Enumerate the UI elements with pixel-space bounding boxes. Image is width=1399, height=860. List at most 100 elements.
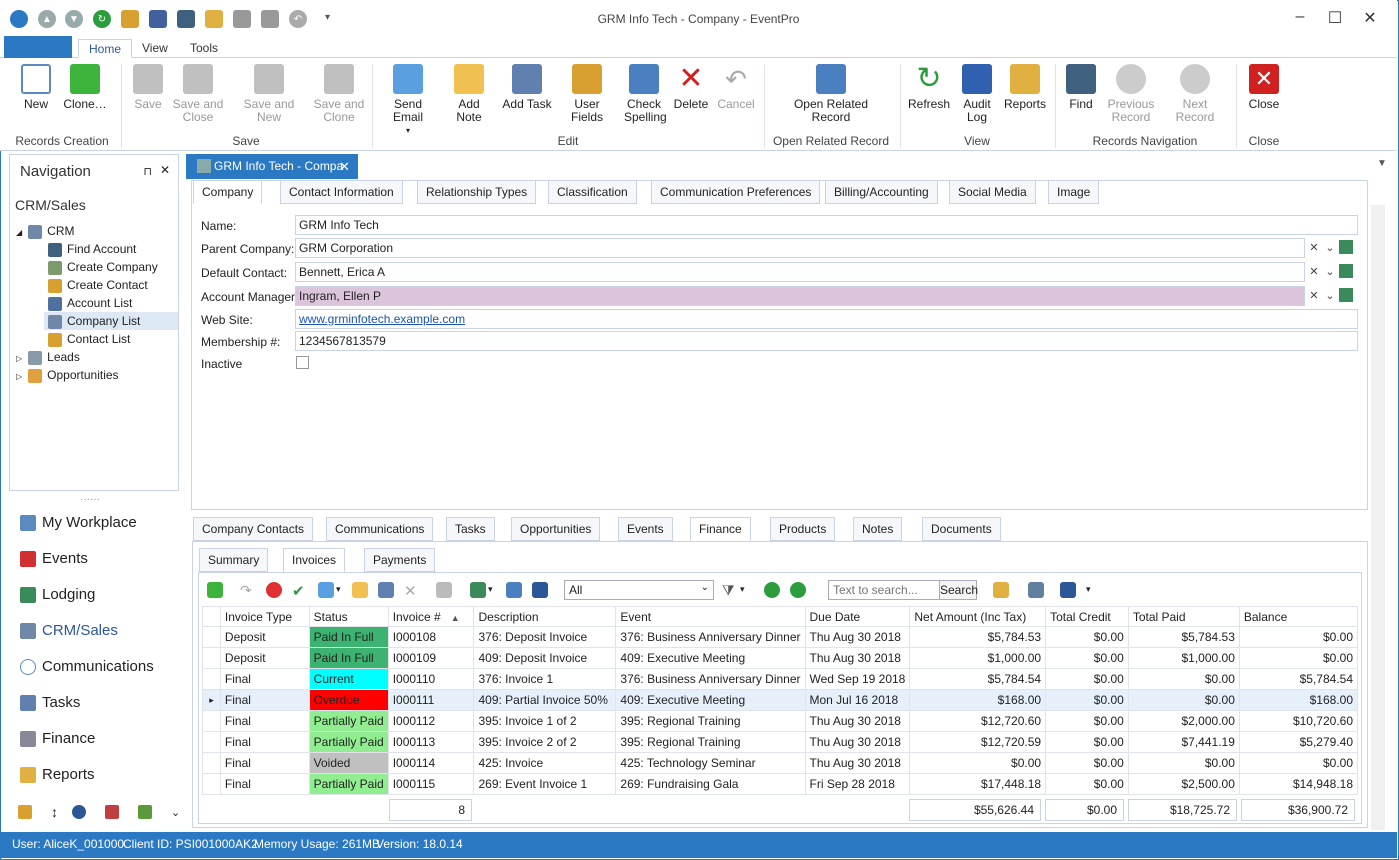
people-icon[interactable] — [18, 805, 32, 819]
table-row[interactable]: Deposit Paid In Full I000108 376: Deposit I… — [202, 626, 1359, 648]
open-record-icon[interactable] — [1339, 288, 1353, 302]
tab-company[interactable]: Company — [193, 180, 263, 204]
search-button[interactable]: Search — [939, 580, 978, 600]
tab-tasks[interactable]: Tasks — [446, 517, 495, 541]
clipboard-icon[interactable] — [993, 582, 1009, 598]
column-header[interactable]: Invoice Type — [219, 606, 310, 627]
tree-item-contact-list[interactable]: Contact List — [48, 330, 130, 348]
splitter-handle[interactable]: ······ — [80, 494, 100, 505]
account-manager-field[interactable]: Ingram, Ellen P — [295, 286, 1305, 306]
tab-classification[interactable]: Classification — [548, 180, 637, 204]
move-up-icon[interactable] — [764, 582, 780, 598]
row-indicator[interactable] — [202, 752, 221, 774]
print-icon[interactable] — [436, 582, 452, 598]
tab-relationship-types[interactable]: Relationship Types — [417, 180, 537, 204]
clear-icon[interactable]: ✕ — [1306, 239, 1322, 257]
table-row[interactable]: Final Partially Paid I000113 395: Invoice 2… — [202, 731, 1359, 753]
save-clone-button[interactable]: Save and Clone — [312, 64, 366, 124]
tab-social-media[interactable]: Social Media — [949, 180, 1036, 204]
nav-events[interactable]: Events — [20, 547, 88, 571]
column-header[interactable]: Total Paid — [1127, 606, 1240, 627]
row-indicator[interactable] — [202, 647, 221, 669]
row-indicator[interactable] — [202, 710, 221, 732]
email-icon[interactable] — [318, 582, 334, 598]
nav-finance[interactable]: Finance — [20, 727, 95, 751]
column-header[interactable]: Net Amount (Inc Tax) — [909, 606, 1047, 627]
tab-finance[interactable]: Finance — [690, 517, 751, 541]
tab-image[interactable]: Image — [1048, 180, 1100, 204]
reports-button[interactable]: Reports — [1002, 64, 1048, 111]
column-header[interactable]: Status — [308, 606, 389, 627]
trend-icon[interactable] — [138, 805, 152, 819]
row-indicator[interactable] — [202, 626, 221, 648]
refresh-button[interactable]: ↻ Refresh — [906, 64, 952, 111]
membership-field[interactable]: 1234567813579 — [295, 331, 1358, 351]
save-button[interactable]: Save — [130, 64, 166, 111]
tree-item-create-contact[interactable]: Create Contact — [48, 276, 148, 294]
tree-item-company-list[interactable]: Company List — [44, 312, 178, 330]
open-record-icon[interactable] — [1339, 264, 1353, 278]
tab-home[interactable]: Home — [78, 39, 133, 58]
table-row[interactable]: Final Partially Paid I000115 269: Event Inv… — [202, 773, 1359, 795]
search-input[interactable] — [828, 580, 940, 600]
grid-options-dropdown-icon[interactable]: ▾ — [488, 584, 493, 595]
move-down-icon[interactable] — [790, 582, 806, 598]
chevron-down-icon[interactable]: ⌄ — [1322, 239, 1338, 257]
funnel-icon[interactable]: ⧩ — [722, 582, 738, 598]
chevron-down-icon[interactable]: ⌄ — [1322, 263, 1338, 281]
globe-icon[interactable] — [72, 805, 86, 819]
column-header[interactable]: Due Date — [804, 606, 911, 627]
delete-icon[interactable]: ✕ — [404, 582, 420, 600]
web-site-field[interactable]: www.grminfotech.example.com — [295, 309, 1358, 329]
column-header[interactable]: Balance — [1238, 606, 1359, 627]
save-new-button[interactable]: Save and New — [232, 64, 306, 124]
audit-log-button[interactable]: Audit Log — [958, 64, 996, 124]
close-record-button[interactable]: ✕ Close — [1246, 64, 1282, 111]
add-note-button[interactable]: Add Note — [444, 64, 494, 124]
maximize-button[interactable]: ☐ — [1324, 8, 1346, 28]
save-close-button[interactable]: Save and Close — [172, 64, 224, 124]
pin-icon[interactable]: ⊓ — [143, 165, 152, 178]
table-row[interactable]: Final Current I000110 376: Invoice 1 376: Bu… — [202, 668, 1359, 690]
nav-my-workplace[interactable]: My Workplace — [20, 511, 137, 535]
task-icon[interactable] — [378, 582, 394, 598]
tab-notes[interactable]: Notes — [853, 517, 903, 541]
chevron-down-icon[interactable]: ⌄ — [1322, 287, 1338, 305]
table-row[interactable]: Deposit Paid In Full I000109 409: Deposit I… — [202, 647, 1359, 669]
nav-tasks[interactable]: Tasks — [20, 691, 80, 715]
close-nav-icon[interactable]: ✕ — [160, 163, 170, 177]
cancel-icon[interactable] — [266, 582, 282, 598]
new-button[interactable]: New — [18, 64, 54, 111]
name-field[interactable]: GRM Info Tech — [295, 215, 1358, 235]
email-dropdown-icon[interactable]: ▾ — [336, 584, 341, 595]
find-icon[interactable] — [1028, 582, 1044, 598]
tree-item-create-company[interactable]: Create Company — [48, 258, 158, 276]
check-spelling-button[interactable]: Check Spelling — [624, 64, 667, 124]
parent-company-field[interactable]: GRM Corporation — [295, 238, 1305, 258]
row-indicator[interactable] — [202, 773, 221, 795]
tab-communications[interactable]: Communications — [326, 517, 434, 541]
clear-icon[interactable]: ✕ — [1306, 263, 1322, 281]
user-fields-button[interactable]: User Fields — [558, 64, 616, 124]
nav-crm-sales[interactable]: CRM/Sales — [20, 619, 118, 643]
nav-reports[interactable]: Reports — [20, 763, 95, 787]
tab-billing-accounting[interactable]: Billing/Accounting — [825, 180, 938, 204]
tab-tools[interactable]: Tools — [180, 39, 228, 58]
close-window-button[interactable]: ✕ — [1359, 8, 1381, 28]
vertical-scrollbar[interactable] — [1371, 205, 1385, 830]
check-icon[interactable]: ✔ — [292, 582, 308, 600]
save-layout-icon[interactable] — [1060, 582, 1076, 598]
close-tab-icon[interactable]: ✕ — [339, 159, 350, 175]
default-contact-field[interactable]: Bennett, Erica A — [295, 262, 1305, 282]
table-row[interactable]: Final Partially Paid I000112 395: Invoice 1… — [202, 710, 1359, 732]
add-icon[interactable] — [207, 582, 223, 598]
nav-lodging[interactable]: Lodging — [20, 583, 95, 607]
tab-products[interactable]: Products — [770, 517, 836, 541]
tree-item-leads[interactable]: ▷ Leads — [16, 348, 80, 366]
clone-button[interactable]: Clone… — [62, 64, 108, 111]
previous-record-button[interactable]: Previous Record — [1104, 64, 1158, 124]
tree-item-account-list[interactable]: Account List — [48, 294, 132, 312]
row-indicator[interactable] — [202, 668, 221, 690]
nav-communications[interactable]: Communications — [20, 655, 154, 679]
export-icon[interactable] — [506, 582, 522, 598]
